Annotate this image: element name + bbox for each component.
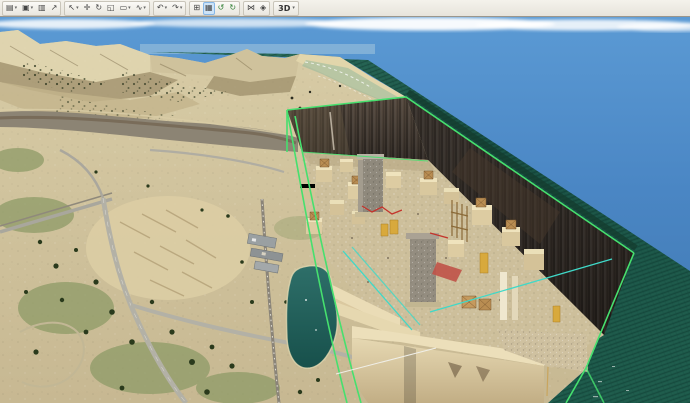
terrain-paint-icon: ▦ [205, 4, 213, 12]
sync-all-button[interactable]: ↻ [227, 2, 238, 15]
rectangle-tool-button[interactable]: ▭▾ [118, 2, 133, 15]
undo-button[interactable]: ↶▾ [155, 2, 169, 15]
dropdown-arrow-icon: ▾ [128, 6, 131, 11]
map-editor-window: ▤▾▣▾▥↗↖▾✛↻◱▭▾∿▾↶▾↷▾⊞▦↺↻⋈◈3D▾ [0, 0, 690, 403]
dropdown-arrow-icon: ▾ [31, 6, 34, 11]
toolbar-group-6: 3D▾ [273, 1, 299, 16]
toolbar-group-1: ▤▾▣▾▥↗ [2, 1, 61, 16]
scale-tool-button[interactable]: ◱ [105, 2, 117, 15]
dropdown-arrow-icon: ▾ [76, 6, 79, 11]
dropdown-arrow-icon: ▾ [143, 6, 146, 11]
scene-save-icon: ▥ [38, 4, 46, 12]
spline-tool-button[interactable]: ∿▾ [134, 2, 148, 15]
lock-icon: ◈ [260, 4, 266, 12]
grid-view-button[interactable]: ⊞ [191, 2, 202, 15]
undo-icon: ↶ [157, 4, 164, 12]
dropdown-arrow-icon: ▾ [180, 6, 183, 11]
scene-open-icon: ▣ [22, 4, 30, 12]
select-tool-button[interactable]: ↖▾ [66, 2, 80, 15]
toolbar-group-3: ↶▾↷▾ [153, 1, 186, 16]
scene-new-icon: ▤ [6, 4, 14, 12]
scale-tool-icon: ◱ [107, 4, 115, 12]
sync-all-icon: ↻ [229, 4, 236, 12]
toolbar: ▤▾▣▾▥↗↖▾✛↻◱▭▾∿▾↶▾↷▾⊞▦↺↻⋈◈3D▾ [0, 0, 690, 17]
scene-save-button[interactable]: ▥ [36, 2, 48, 15]
lock-button[interactable]: ◈ [258, 2, 268, 15]
dropdown-arrow-icon: ▾ [15, 6, 18, 11]
select-tool-icon: ↖ [68, 4, 75, 12]
scene-new-button[interactable]: ▤▾ [4, 2, 19, 15]
rotate-tool-icon: ↻ [95, 4, 102, 12]
rotate-tool-button[interactable]: ↻ [93, 2, 104, 15]
viewport-3d[interactable] [0, 17, 690, 403]
dropdown-arrow-icon: ▾ [165, 6, 168, 11]
toolbar-group-5: ⋈◈ [243, 1, 270, 16]
rectangle-tool-icon: ▭ [120, 4, 128, 12]
toolbar-group-2: ↖▾✛↻◱▭▾∿▾ [64, 1, 149, 16]
toolbar-group-4: ⊞ ▦ ↺ ↻ [189, 1, 240, 16]
spline-tool-icon: ∿ [136, 4, 143, 12]
scene-canvas[interactable] [0, 17, 690, 403]
redo-icon: ↷ [172, 4, 179, 12]
scene-open-button[interactable]: ▣▾ [20, 2, 35, 15]
redo-button[interactable]: ↷▾ [170, 2, 184, 15]
view-mode-label: 3D [277, 4, 291, 13]
grid-view-icon: ⊞ [193, 4, 200, 12]
scene-export-button[interactable]: ↗ [49, 2, 60, 15]
attach-icon: ⋈ [247, 4, 255, 12]
view-mode-button[interactable]: 3D▾ [275, 2, 297, 15]
move-tool-button[interactable]: ✛ [82, 2, 93, 15]
terrain-paint-button[interactable]: ▦ [203, 2, 215, 15]
dropdown-arrow-icon: ▾ [292, 6, 295, 11]
scene-export-icon: ↗ [51, 4, 58, 12]
move-tool-icon: ✛ [84, 4, 91, 12]
sync-button[interactable]: ↺ [216, 2, 227, 15]
sync-icon: ↺ [218, 4, 225, 12]
attach-button[interactable]: ⋈ [245, 2, 257, 15]
